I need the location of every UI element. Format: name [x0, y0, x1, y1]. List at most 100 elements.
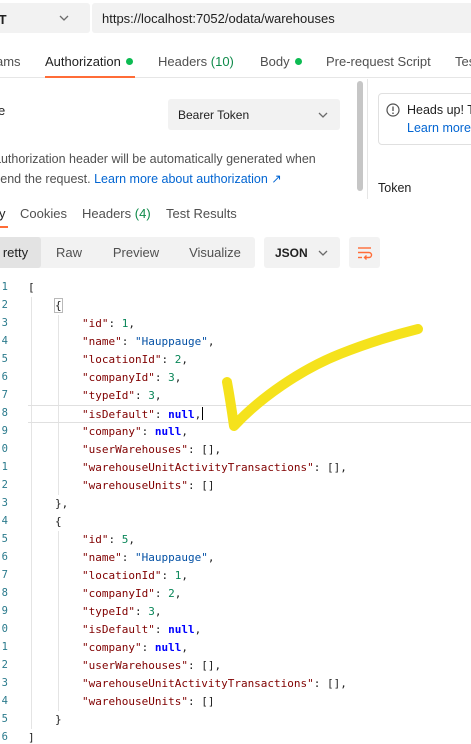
- tab-authorization[interactable]: Authorization: [45, 54, 133, 69]
- authorization-panel: e Bearer Token authorization header will…: [0, 79, 471, 200]
- line-number: 1: [1, 461, 8, 473]
- code-line: 5 "id": 5,: [0, 531, 471, 549]
- view-visualize-button[interactable]: Visualize: [180, 237, 250, 268]
- heads-up-learn-more-link[interactable]: Learn more: [407, 121, 471, 135]
- line-number: 2: [1, 479, 8, 491]
- json-key: "isDefault": [82, 408, 155, 421]
- json-key: "userWarehouses": [82, 443, 188, 456]
- json-key: "warehouseUnitActivityTransactions": [82, 461, 314, 474]
- line-number: 6: [1, 551, 8, 563]
- chevron-down-icon: [318, 112, 328, 118]
- line-number: 3: [1, 497, 8, 509]
- tab-headers-label: Headers: [158, 54, 208, 69]
- view-pretty-button[interactable]: retty: [0, 237, 41, 268]
- json-value: 3: [148, 605, 155, 618]
- response-format-toolbar: retty Raw Preview Visualize JSON: [0, 237, 471, 268]
- json-key: "warehouseUnits": [82, 695, 188, 708]
- json-key: "company": [82, 425, 142, 438]
- auth-description-text: send the request.: [0, 172, 91, 186]
- json-value: []: [201, 443, 215, 456]
- view-preview-button[interactable]: Preview: [104, 237, 168, 268]
- view-raw-button[interactable]: Raw: [46, 237, 92, 268]
- tab-tests[interactable]: Tes: [455, 54, 471, 69]
- code-line: 6]: [0, 729, 471, 744]
- json-value: []: [327, 461, 341, 474]
- code-line: 8 "companyId": 2,: [0, 585, 471, 603]
- line-number: 1: [1, 281, 8, 293]
- line-number: 3: [1, 317, 8, 329]
- url-input[interactable]: https://localhost:7052/odata/warehouses: [92, 3, 471, 33]
- line-number: 9: [1, 605, 8, 617]
- line-number: 4: [1, 695, 8, 707]
- url-value: https://localhost:7052/odata/warehouses: [102, 11, 335, 26]
- json-value: []: [327, 677, 341, 690]
- json-key: "isDefault": [82, 623, 155, 636]
- line-number: 7: [1, 569, 8, 581]
- tab-cookies[interactable]: Cookies: [20, 206, 67, 221]
- line-number: 0: [1, 443, 8, 455]
- tab-params[interactable]: ams: [0, 54, 21, 69]
- wrap-lines-icon: [358, 247, 373, 260]
- token-label: Token: [378, 181, 412, 195]
- code-text: ]: [28, 731, 35, 744]
- auth-description: authorization header will be automatical…: [0, 149, 344, 189]
- auth-description-line-1: authorization header will be automatical…: [0, 152, 316, 166]
- code-text: [: [28, 281, 35, 294]
- code-line: 5}: [0, 711, 471, 729]
- view-mode-segmented-control: retty Raw Preview Visualize: [0, 237, 255, 268]
- tab-response-headers-count: (4): [134, 206, 151, 221]
- tab-body[interactable]: Body: [260, 54, 302, 69]
- heads-up-notice: Heads up! T Learn more: [378, 93, 471, 145]
- tab-response-body[interactable]: y: [0, 206, 6, 221]
- json-value: null: [168, 623, 195, 636]
- code-line: 6 "name": "Hauppauge",: [0, 549, 471, 567]
- json-key: "typeId": [82, 389, 135, 402]
- auth-type-label: e: [0, 103, 6, 118]
- code-line: 1 "warehouseUnitActivityTransactions": []…: [0, 459, 471, 477]
- tab-authorization-label: Authorization: [45, 54, 121, 69]
- json-key: "name": [82, 551, 122, 564]
- tab-headers[interactable]: Headers (10): [158, 54, 234, 69]
- wrap-lines-button[interactable]: [349, 237, 380, 268]
- panel-divider: [367, 79, 368, 199]
- line-number: 0: [1, 623, 8, 635]
- tab-prerequest-script[interactable]: Pre-request Script: [326, 54, 431, 69]
- heads-up-title: Heads up! T: [407, 103, 471, 117]
- active-tab-indicator: [45, 76, 135, 78]
- json-value: null: [154, 641, 182, 654]
- language-select[interactable]: JSON: [264, 237, 340, 268]
- learn-more-authorization-link[interactable]: Learn more about authorization ↗: [94, 172, 282, 186]
- tab-headers-count: (10): [210, 54, 234, 69]
- line-number: 6: [1, 371, 8, 383]
- auth-type-select[interactable]: Bearer Token: [168, 99, 340, 130]
- json-value: 2: [168, 587, 175, 600]
- json-key: "warehouseUnits": [82, 479, 188, 492]
- tab-response-headers[interactable]: Headers (4): [82, 206, 151, 221]
- json-key: "id": [82, 317, 109, 330]
- tab-test-results[interactable]: Test Results: [166, 206, 237, 221]
- json-value: []: [201, 695, 215, 708]
- line-number: 5: [1, 533, 8, 545]
- request-url-bar: ET https://localhost:7052/odata/warehous…: [0, 0, 471, 36]
- language-value: JSON: [275, 246, 308, 260]
- checkmark-annotation-icon: [222, 324, 423, 431]
- code-line: 3},: [0, 495, 471, 513]
- line-number: 2: [1, 659, 8, 671]
- tab-response-headers-label: Headers: [82, 206, 132, 221]
- json-key: "typeId": [82, 605, 135, 618]
- line-number: 6: [1, 731, 8, 743]
- method-label: ET: [0, 12, 7, 27]
- code-line: 3 "warehouseUnitActivityTransactions": []…: [0, 675, 471, 693]
- auth-description-line-2: send the request. Learn more about autho…: [0, 169, 344, 189]
- code-line: 4 "warehouseUnits": []: [0, 693, 471, 711]
- json-value: 3: [148, 389, 155, 402]
- json-key: "warehouseUnitActivityTransactions": [82, 677, 314, 690]
- auth-panel-scrollbar[interactable]: [357, 81, 363, 191]
- method-select[interactable]: ET: [0, 3, 90, 33]
- line-number: 2: [1, 299, 8, 311]
- json-key: "companyId": [82, 371, 155, 384]
- line-number: 4: [1, 515, 8, 527]
- json-key: "company": [82, 641, 142, 654]
- code-text: {: [54, 298, 63, 313]
- json-key: "id": [82, 533, 109, 546]
